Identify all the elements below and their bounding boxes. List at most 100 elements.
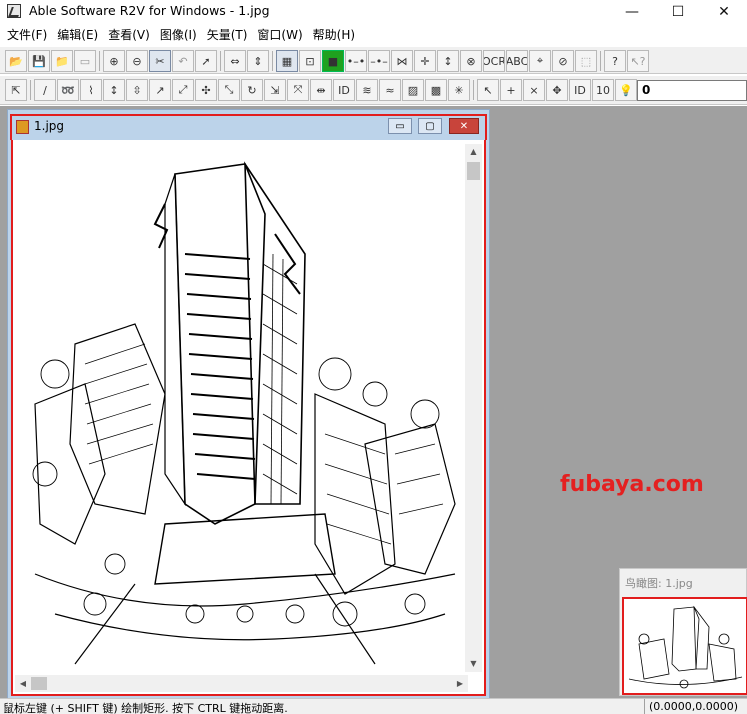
main-toolbar: 📂 💾 📁 ▭ ⊕ ⊖ ✂ ↶ ➚ ⇔ ⇕ ▦ ⊡ ■ •–• –•– ⋈ ✛ ↕ ⊗ OCR ABC ⌖ ⊘ ⬚? ↖? bbox=[0, 46, 747, 74]
stretch-icon[interactable]: ⤧ bbox=[287, 79, 309, 101]
fit-window-icon[interactable]: ⊡ bbox=[299, 50, 321, 72]
zoom-out-icon[interactable]: ⊖ bbox=[126, 50, 148, 72]
menu-window[interactable]: 窗口(W) bbox=[252, 25, 307, 45]
add-point-icon[interactable]: + bbox=[500, 79, 522, 101]
overview-title: 鸟瞰图: 1.jpg bbox=[625, 577, 693, 590]
toolbar-separator bbox=[99, 51, 100, 71]
open-icon[interactable]: 📂 bbox=[5, 50, 27, 72]
fit-page-icon[interactable]: ⇕ bbox=[247, 50, 269, 72]
window-title: Able Software R2V for Windows - 1.jpg bbox=[29, 3, 270, 18]
horizontal-scrollbar[interactable]: ◀ ▶ bbox=[15, 675, 468, 692]
toolbar-separator bbox=[272, 51, 273, 71]
doc-close-button[interactable]: ✕ bbox=[449, 118, 479, 134]
pointer-disabled-icon[interactable]: ⬚ bbox=[575, 50, 597, 72]
minimize-window-button[interactable]: — bbox=[609, 0, 655, 24]
polygon-icon[interactable]: ▩ bbox=[425, 79, 447, 101]
node-cross-icon[interactable]: ✣ bbox=[195, 79, 217, 101]
fit-width-icon[interactable]: ⇔ bbox=[224, 50, 246, 72]
menu-bar: 文件(F) 编辑(E) 查看(V) 图像(I) 矢量(T) 窗口(W) 帮助(H… bbox=[0, 24, 747, 46]
undo-icon[interactable]: ↶ bbox=[172, 50, 194, 72]
vertex-chain-icon[interactable]: ⋈ bbox=[391, 50, 413, 72]
watermark-text: fubaya.com bbox=[560, 472, 704, 497]
scroll-down-icon[interactable]: ▼ bbox=[465, 656, 482, 672]
fill-icon[interactable]: ▨ bbox=[402, 79, 424, 101]
help-icon[interactable]: ? bbox=[604, 50, 626, 72]
menu-edit[interactable]: 编辑(E) bbox=[52, 25, 103, 45]
image-view-icon[interactable]: ▦ bbox=[276, 50, 298, 72]
break-icon[interactable]: ⤡ bbox=[218, 79, 240, 101]
pen-line-icon[interactable]: ∕ bbox=[34, 79, 56, 101]
node-split-icon[interactable]: –•– bbox=[368, 50, 390, 72]
building-sketch-image bbox=[32, 161, 456, 665]
document-icon bbox=[16, 120, 29, 134]
diagonal-icon[interactable]: ↗ bbox=[149, 79, 171, 101]
target-icon[interactable]: ⌖ bbox=[529, 50, 551, 72]
lasso-icon[interactable]: ➿ bbox=[57, 79, 79, 101]
document-frame: ▲ ▼ ◀ ▶ bbox=[11, 140, 486, 696]
contour-2-icon[interactable]: ≈ bbox=[379, 79, 401, 101]
status-bar: 鼠标左键 (+ SHIFT 键) 绘制矩形. 按下 CTRL 键拖动距离. (0… bbox=[0, 698, 747, 714]
scale-icon[interactable]: ⇲ bbox=[264, 79, 286, 101]
value-field[interactable]: 0 bbox=[637, 80, 747, 101]
vertical-node-icon[interactable]: ↕ bbox=[437, 50, 459, 72]
bulb-icon[interactable]: 💡 bbox=[615, 79, 637, 101]
overview-thumbnail[interactable] bbox=[622, 597, 747, 695]
save-icon[interactable]: 💾 bbox=[28, 50, 50, 72]
doc-minimize-button[interactable]: ▭ bbox=[388, 118, 412, 134]
contour-icon[interactable]: ≋ bbox=[356, 79, 378, 101]
point-id-icon[interactable]: ID bbox=[569, 79, 591, 101]
vertical-move-2-icon[interactable]: ⇳ bbox=[126, 79, 148, 101]
diagonal-2-icon[interactable]: ⤢ bbox=[172, 79, 194, 101]
delete-point-icon[interactable]: × bbox=[523, 79, 545, 101]
horizontal-scroll-thumb[interactable] bbox=[31, 677, 47, 690]
move-point-icon[interactable]: ✥ bbox=[546, 79, 568, 101]
document-caption[interactable]: 1.jpg ▭ ▢ ✕ bbox=[10, 114, 487, 140]
point-value-icon[interactable]: 10 bbox=[592, 79, 614, 101]
menu-vector[interactable]: 矢量(T) bbox=[202, 25, 253, 45]
select-vector-icon[interactable]: ⇱ bbox=[5, 79, 27, 101]
vertical-scroll-thumb[interactable] bbox=[467, 162, 480, 180]
select-arrow-icon[interactable]: ➚ bbox=[195, 50, 217, 72]
overview-panel: 鸟瞰图: 1.jpg bbox=[619, 568, 747, 696]
green-box-icon[interactable]: ■ bbox=[322, 50, 344, 72]
doc-maximize-button[interactable]: ▢ bbox=[418, 118, 442, 134]
maximize-window-button[interactable]: ☐ bbox=[655, 0, 701, 24]
node-link-icon[interactable]: •–• bbox=[345, 50, 367, 72]
scroll-up-icon[interactable]: ▲ bbox=[465, 144, 482, 160]
app-icon bbox=[7, 4, 21, 18]
vertical-scrollbar[interactable]: ▲ ▼ bbox=[465, 144, 482, 672]
open-project-icon[interactable]: 📁 bbox=[51, 50, 73, 72]
toolbar-separator bbox=[220, 51, 221, 71]
menu-file[interactable]: 文件(F) bbox=[2, 25, 52, 45]
join-icon[interactable]: ⇹ bbox=[310, 79, 332, 101]
vector-toolbar: 0 ⇱ ∕ ➿ ⌇ ↕ ⇳ ↗ ⤢ ✣ ⤡ ↻ ⇲ ⤧ ⇹ ID ≋ ≈ ▨ ▩ ✳ ↖ + × ✥ ID 10 💡 bbox=[0, 75, 747, 105]
status-text: 鼠标左键 (+ SHIFT 键) 绘制矩形. 按下 CTRL 键拖动距离. bbox=[3, 702, 288, 714]
toolbar-separator bbox=[473, 80, 474, 100]
context-help-icon[interactable]: ↖? bbox=[627, 50, 649, 72]
window-titlebar: Able Software R2V for Windows - 1.jpg — … bbox=[0, 0, 747, 24]
cross-node-icon[interactable]: ✛ bbox=[414, 50, 436, 72]
abc-text-icon[interactable]: ABC bbox=[506, 50, 528, 72]
toolbar-separator bbox=[30, 80, 31, 100]
scroll-left-icon[interactable]: ◀ bbox=[15, 675, 31, 692]
scroll-right-icon[interactable]: ▶ bbox=[452, 675, 468, 692]
close-window-button[interactable]: ✕ bbox=[701, 0, 747, 24]
overview-sketch bbox=[628, 605, 743, 689]
menu-view[interactable]: 查看(V) bbox=[103, 25, 155, 45]
sun-icon[interactable]: ✳ bbox=[448, 79, 470, 101]
polyline-icon[interactable]: ⌇ bbox=[80, 79, 102, 101]
menu-help[interactable]: 帮助(H) bbox=[308, 25, 360, 45]
pick-icon[interactable]: ⊘ bbox=[552, 50, 574, 72]
zoom-in-icon[interactable]: ⊕ bbox=[103, 50, 125, 72]
image-canvas[interactable] bbox=[15, 144, 468, 672]
arrow-select-icon[interactable]: ↖ bbox=[477, 79, 499, 101]
vertical-move-icon[interactable]: ↕ bbox=[103, 79, 125, 101]
ocr-icon[interactable]: OCR bbox=[483, 50, 505, 72]
document-window: 1.jpg ▭ ▢ ✕ ▲ ▼ ◀ ▶ bbox=[7, 109, 490, 700]
save-disabled-icon[interactable]: ▭ bbox=[74, 50, 96, 72]
id-icon[interactable]: ID bbox=[333, 79, 355, 101]
cut-line-icon[interactable]: ✂ bbox=[149, 50, 171, 72]
menu-image[interactable]: 图像(I) bbox=[155, 25, 202, 45]
delete-node-icon[interactable]: ⊗ bbox=[460, 50, 482, 72]
rotate-icon[interactable]: ↻ bbox=[241, 79, 263, 101]
